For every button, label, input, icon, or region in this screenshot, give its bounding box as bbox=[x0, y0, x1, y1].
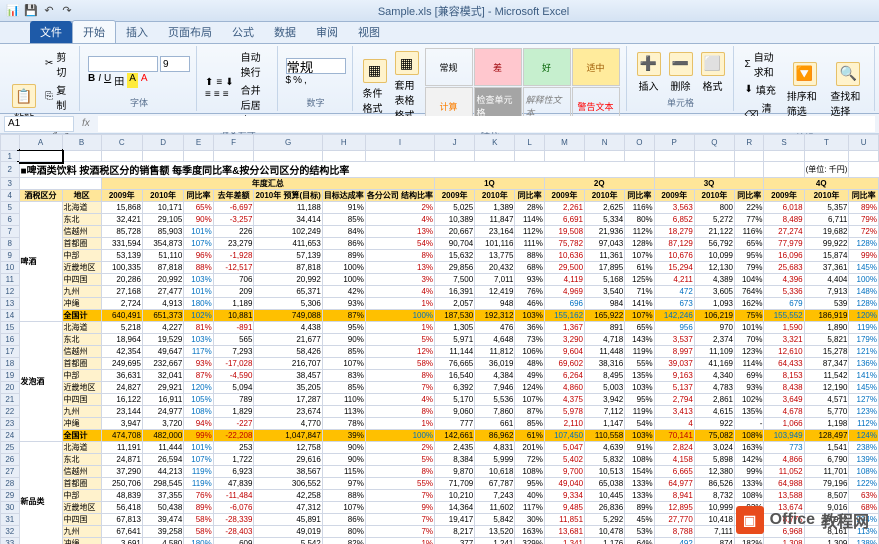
scissors-icon: ✂ bbox=[45, 58, 53, 70]
bold-button[interactable]: B bbox=[88, 73, 95, 88]
office-badge-icon: ▣ bbox=[736, 506, 764, 534]
number-format-select[interactable] bbox=[286, 58, 346, 74]
excel-icon: 📊 bbox=[6, 4, 20, 18]
comma-icon[interactable]: , bbox=[304, 75, 307, 86]
autosum-button[interactable]: Σ自动求和 bbox=[742, 48, 781, 80]
fx-icon[interactable]: fx bbox=[76, 118, 96, 129]
align-top-icon[interactable]: ⬆ bbox=[205, 77, 213, 88]
delete-cells-button[interactable]: ➖删除 bbox=[667, 50, 695, 95]
tab-insert[interactable]: 插入 bbox=[116, 21, 158, 43]
group-clipboard: 📋粘贴 ✂剪切 ⎘复制 🖌格式刷 剪贴板 bbox=[4, 46, 80, 111]
worksheet-grid[interactable]: ABCDEFGHIJKLMNOPQRSTU 12■啤酒类饮料 按酒税区分的销售额… bbox=[0, 134, 879, 544]
border-button[interactable]: 田 bbox=[114, 73, 124, 88]
underline-button[interactable]: U bbox=[104, 73, 111, 88]
font-name-input[interactable] bbox=[88, 56, 158, 72]
window-title: Sample.xls [兼容模式] - Microsoft Excel bbox=[74, 3, 873, 19]
percent-icon[interactable]: % bbox=[293, 75, 302, 86]
wrap-button[interactable]: 自动换行 bbox=[238, 48, 271, 80]
formula-bar: A1 fx bbox=[0, 114, 879, 134]
group-align: ⬆≡⬇ ≡≡≡ 自动换行 合并后居中 对齐方式 bbox=[199, 46, 278, 111]
sigma-icon: Σ bbox=[745, 59, 751, 70]
align-bot-icon[interactable]: ⬇ bbox=[225, 77, 233, 88]
group-font: BIU田AA 字体 bbox=[82, 46, 197, 111]
align-right-icon[interactable]: ≡ bbox=[223, 89, 229, 100]
tab-formula[interactable]: 公式 bbox=[222, 21, 264, 43]
redo-icon[interactable]: ↷ bbox=[60, 4, 74, 18]
fill-button[interactable]: ⬇填充 bbox=[742, 81, 781, 98]
group-edit: Σ自动求和 ⬇填充 ⌫清除 🔽排序和筛选 🔍查找和选择 编辑 bbox=[736, 46, 876, 111]
save-icon[interactable]: 💾 bbox=[24, 4, 38, 18]
align-center-icon[interactable]: ≡ bbox=[214, 89, 220, 100]
cond-format-button[interactable]: ▦条件格式 bbox=[361, 57, 389, 117]
group-cells: ➕插入 ➖删除 ⬜格式 单元格 bbox=[629, 46, 734, 111]
formula-input[interactable] bbox=[98, 116, 875, 132]
tab-data[interactable]: 数据 bbox=[264, 21, 306, 43]
find-button[interactable]: 🔍查找和选择 bbox=[828, 60, 868, 120]
select-all-corner[interactable] bbox=[1, 135, 20, 151]
group-styles: ▦条件格式 ▦套用表格格式 常规 差 好 适中 计算 检查单元格 解释性文本 警… bbox=[355, 46, 627, 111]
cut-button[interactable]: ✂剪切 bbox=[42, 48, 73, 80]
worksheet-area[interactable]: ABCDEFGHIJKLMNOPQRSTU 12■啤酒类饮料 按酒税区分的销售额… bbox=[0, 134, 879, 544]
tab-view[interactable]: 视图 bbox=[348, 21, 390, 43]
align-left-icon[interactable]: ≡ bbox=[205, 89, 211, 100]
title-bar: 📊 💾 ↶ ↷ Sample.xls [兼容模式] - Microsoft Ex… bbox=[0, 0, 879, 22]
watermark: ▣ Office 教程网 bbox=[736, 506, 869, 534]
tab-home[interactable]: 开始 bbox=[72, 20, 116, 43]
undo-icon[interactable]: ↶ bbox=[42, 4, 56, 18]
ribbon: 📋粘贴 ✂剪切 ⎘复制 🖌格式刷 剪贴板 BIU田AA 字体 ⬆≡⬇ ≡≡≡ 自… bbox=[0, 44, 879, 114]
format-cells-button[interactable]: ⬜格式 bbox=[699, 50, 727, 95]
font-color-button[interactable]: A bbox=[141, 73, 148, 88]
tab-file[interactable]: 文件 bbox=[30, 21, 72, 43]
style-bad[interactable]: 差 bbox=[474, 48, 522, 86]
name-box[interactable]: A1 bbox=[4, 116, 74, 132]
table-format-button[interactable]: ▦套用表格格式 bbox=[393, 49, 421, 124]
italic-button[interactable]: I bbox=[98, 73, 101, 88]
tab-layout[interactable]: 页面布局 bbox=[158, 21, 222, 43]
font-size-input[interactable] bbox=[160, 56, 190, 72]
fill-color-button[interactable]: A bbox=[127, 73, 138, 88]
style-neutral[interactable]: 适中 bbox=[572, 48, 620, 86]
ribbon-tabs: 文件 开始 插入 页面布局 公式 数据 审阅 视图 bbox=[0, 22, 879, 44]
copy-icon: ⎘ bbox=[45, 91, 53, 103]
copy-button[interactable]: ⎘复制 bbox=[42, 81, 73, 113]
fill-icon: ⬇ bbox=[745, 84, 753, 95]
tab-review[interactable]: 审阅 bbox=[306, 21, 348, 43]
sort-button[interactable]: 🔽排序和筛选 bbox=[785, 60, 825, 120]
quick-access-toolbar: 📊 💾 ↶ ↷ bbox=[6, 4, 74, 18]
align-mid-icon[interactable]: ≡ bbox=[216, 77, 222, 88]
insert-cells-button[interactable]: ➕插入 bbox=[635, 50, 663, 95]
currency-icon[interactable]: $ bbox=[286, 75, 292, 86]
style-normal[interactable]: 常规 bbox=[425, 48, 473, 86]
group-number: $%, 数字 bbox=[280, 46, 353, 111]
style-good[interactable]: 好 bbox=[523, 48, 571, 86]
col-header[interactable]: A bbox=[19, 135, 62, 151]
